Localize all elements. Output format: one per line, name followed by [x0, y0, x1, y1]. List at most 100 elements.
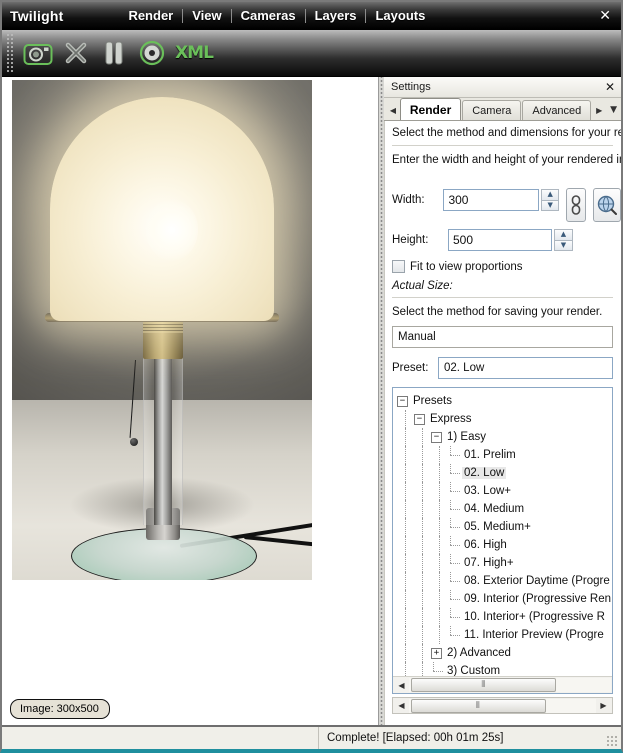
tree-item-label: 10. Interior+ (Progressive R [464, 611, 605, 623]
tree-scroll-thumb[interactable]: ⦀ [411, 678, 557, 692]
globe-zoom-icon [597, 195, 618, 215]
save-render-button[interactable] [133, 34, 171, 72]
width-stepper[interactable]: ▲ ▼ [541, 189, 559, 211]
width-stepper-down-icon[interactable]: ▼ [541, 200, 559, 211]
width-input[interactable]: 300 [443, 189, 540, 211]
tree-item[interactable]: 09. Interior (Progressive Ren [397, 590, 612, 608]
tree-guide-line [414, 482, 431, 500]
menu-item-view[interactable]: View [183, 8, 232, 23]
menu-item-layers[interactable]: Layers [306, 8, 367, 23]
render-camera-button[interactable] [19, 34, 57, 72]
tree-item[interactable]: 03. Low+ [397, 482, 612, 500]
tree-scroll-track[interactable]: ⦀ [409, 678, 611, 692]
tree-collapse-icon[interactable]: − [431, 431, 442, 443]
xml-icon: XML [175, 43, 214, 63]
width-stepper-up-icon[interactable]: ▲ [541, 189, 559, 201]
tree-item[interactable]: −1) Easy [397, 428, 612, 446]
tree-guide-line [414, 518, 431, 536]
tree-item-label: Presets [413, 395, 452, 407]
fit-to-view-checkbox[interactable] [392, 260, 405, 273]
tab-advanced[interactable]: Advanced [522, 100, 592, 120]
panel-scroll-left-icon[interactable]: ◀ [394, 698, 409, 713]
lock-aspect-ratio-button[interactable] [565, 188, 587, 222]
tree-elbow-connector [448, 590, 462, 608]
tree-item-label: 04. Medium [464, 503, 525, 515]
tree-guide-line [397, 572, 414, 590]
tree-item[interactable]: 11. Interior Preview (Progre [397, 626, 612, 644]
menu-item-render[interactable]: Render [119, 8, 184, 23]
tree-item-label: 2) Advanced [447, 647, 511, 659]
match-view-size-button[interactable] [593, 188, 621, 222]
tree-item[interactable]: 05. Medium+ [397, 518, 612, 536]
camera-icon [23, 44, 53, 65]
tree-item[interactable]: 3) Custom [397, 662, 612, 676]
tree-indent-guides [397, 554, 448, 572]
tree-item[interactable]: − Presets [397, 392, 612, 410]
bulb-hotspot [146, 199, 198, 261]
tree-guide-line [414, 644, 431, 662]
tree-item-label: 06. High [464, 539, 507, 551]
lamp-pull-bead [130, 438, 138, 446]
tree-guide-line [397, 662, 414, 676]
tree-item[interactable]: +2) Advanced [397, 644, 612, 662]
tree-guide-line [397, 518, 414, 536]
tree-expand-icon[interactable]: + [431, 647, 442, 659]
height-stepper-up-icon[interactable]: ▲ [554, 229, 573, 241]
tree-guide-line [397, 500, 414, 518]
menu-item-cameras[interactable]: Cameras [232, 8, 306, 23]
tree-guide-line [431, 518, 448, 536]
main-split: Image: 300x500 Settings ✕ ◀ Render Camer… [2, 77, 621, 725]
tab-render[interactable]: Render [399, 98, 462, 120]
tree-item-label: 05. Medium+ [464, 521, 531, 533]
panel-scroll-right-icon[interactable]: ▶ [596, 698, 611, 713]
tree-collapse-icon[interactable]: − [397, 395, 408, 407]
tab-next-arrow-icon[interactable]: ▶ [592, 100, 606, 120]
settings-close-icon[interactable]: ✕ [605, 80, 615, 94]
toolbar-drag-handle[interactable] [6, 33, 13, 73]
fit-to-view-row[interactable]: Fit to view proportions [392, 260, 621, 273]
divider-1 [392, 145, 613, 146]
tree-item[interactable]: 08. Exterior Daytime (Progre [397, 572, 612, 590]
window-close-icon[interactable]: ✕ [599, 8, 611, 24]
presets-tree[interactable]: − Presets − Express −1) Easy 01. Prelim 02. Lo… [392, 387, 613, 694]
cancel-render-button[interactable] [57, 34, 95, 72]
tree-item[interactable]: 10. Interior+ (Progressive R [397, 608, 612, 626]
tree-item[interactable]: 06. High [397, 536, 612, 554]
tree-guide-line [431, 572, 448, 590]
panel-horizontal-scrollbar[interactable]: ◀ ⦀ ▶ [392, 697, 613, 714]
tree-item-label: 08. Exterior Daytime (Progre [464, 575, 610, 587]
tree-item[interactable]: 04. Medium [397, 500, 612, 518]
tree-horizontal-scrollbar[interactable]: ◀ ⦀ [393, 676, 612, 693]
save-method-combo[interactable]: Manual [392, 326, 613, 348]
tab-prev-arrow-icon[interactable]: ◀ [386, 100, 400, 120]
tree-item[interactable]: − Express [397, 410, 612, 428]
panel-scroll-thumb[interactable]: ⦀ [411, 698, 546, 713]
tree-guide-line [397, 428, 414, 446]
tab-camera[interactable]: Camera [462, 100, 522, 120]
tree-guide-line [431, 626, 448, 644]
preset-input[interactable]: 02. Low [438, 357, 613, 379]
divider-2 [392, 297, 613, 298]
pause-render-button[interactable] [95, 34, 133, 72]
tree-item[interactable]: 02. Low [397, 464, 612, 482]
tab-list-dropdown-icon[interactable]: ▼ [606, 100, 621, 120]
tree-scroll-left-icon[interactable]: ◀ [394, 678, 409, 693]
export-xml-button[interactable]: XML [171, 34, 217, 72]
menu-item-layouts[interactable]: Layouts [366, 8, 434, 23]
settings-panel: Settings ✕ ◀ Render Camera Advanced ▶ ▼ … [384, 77, 621, 725]
tree-collapse-icon[interactable]: − [414, 413, 425, 425]
window-resize-grip[interactable] [606, 735, 618, 747]
tree-indent-guides [397, 518, 448, 536]
tree-indent-guides [397, 410, 414, 428]
tree-guide-line [414, 608, 431, 626]
tree-item[interactable]: 01. Prelim [397, 446, 612, 464]
menu-bar: Render View Cameras Layers Layouts [119, 8, 434, 23]
height-input[interactable]: 500 [448, 229, 552, 251]
lamp-glass-shade [50, 97, 274, 321]
tree-item[interactable]: 07. High+ [397, 554, 612, 572]
tree-guide-line [414, 464, 431, 482]
panel-scroll-track[interactable]: ⦀ [409, 698, 596, 713]
render-viewport[interactable]: Image: 300x500 [2, 77, 379, 725]
height-stepper[interactable]: ▲ ▼ [554, 229, 573, 251]
height-stepper-down-icon[interactable]: ▼ [554, 240, 573, 251]
